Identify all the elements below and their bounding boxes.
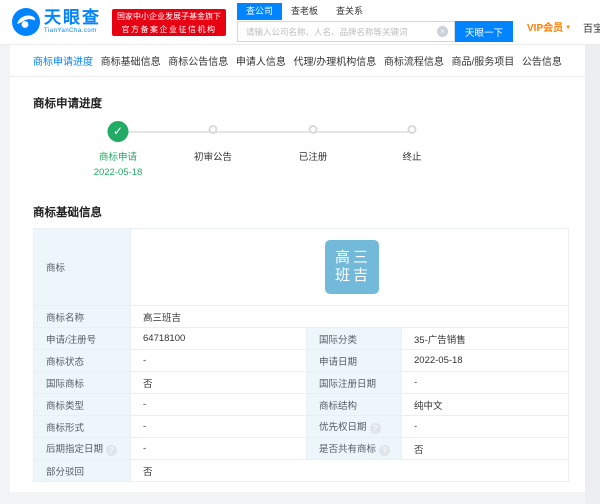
nav-tab[interactable]: 商标基础信息 bbox=[101, 53, 161, 68]
progress-step: 已注册 bbox=[258, 116, 368, 163]
gov-badge-line2: 官方备案企业征信机构 bbox=[121, 25, 217, 34]
row-value: - bbox=[401, 371, 569, 394]
step-label: 终止 bbox=[402, 152, 422, 163]
gov-certification-badge: 国家中小企业发展子基金旗下 官方备案企业征信机构 bbox=[112, 9, 226, 36]
basic-info-table: 商标 高三 班吉 商标名称 高三班吉 申请/注册号 64718100 国际分类 35-广告… bbox=[33, 228, 569, 482]
tianyancha-eye-icon bbox=[12, 8, 40, 36]
search-tabs: 查公司 查老板 查关系 bbox=[237, 3, 513, 20]
row-label: 是否共有商标? bbox=[306, 437, 402, 460]
step-check-icon: ✓ bbox=[107, 121, 129, 142]
progress-step: ✓ 商标申请 2022-05-18 bbox=[63, 116, 173, 178]
search-input[interactable] bbox=[238, 22, 432, 42]
info-icon[interactable]: ? bbox=[379, 445, 391, 456]
row-value: 否 bbox=[130, 371, 307, 394]
trademark-image[interactable]: 高三 班吉 bbox=[324, 240, 379, 294]
brand-name: 天眼查 bbox=[44, 8, 101, 27]
table-row: 部分驳回否 bbox=[33, 459, 569, 482]
step-dot-area bbox=[258, 116, 368, 149]
row-value: 35-广告销售 bbox=[401, 327, 569, 350]
step-circle-icon bbox=[407, 125, 417, 134]
row-label: 优先权日期? bbox=[306, 415, 402, 438]
step-label: 已注册 bbox=[298, 152, 328, 163]
search-button[interactable]: 天眼一下 bbox=[455, 21, 513, 42]
caret-down-icon: ▼ bbox=[565, 25, 572, 31]
progress-section-title: 商标申请进度 bbox=[33, 98, 102, 110]
table-row: 商标形式 - 优先权日期? - bbox=[33, 415, 569, 438]
gov-badge-line1: 国家中小企业发展子基金旗下 bbox=[117, 12, 221, 21]
table-row: 商标名称 高三班吉 bbox=[33, 305, 569, 328]
row-label: 申请日期 bbox=[306, 349, 402, 372]
logo[interactable]: 天眼查 TianYanCha.com bbox=[12, 8, 101, 36]
content-card: 商标申请进度 商标基础信息 商标公告信息 申请人信息 代理/办理机构信息 商标流程信息 商品… bbox=[10, 45, 585, 492]
row-label: 商标结构 bbox=[306, 393, 402, 416]
search-tab[interactable]: 查公司 bbox=[237, 3, 283, 20]
trademark-image-text-line1: 高三 bbox=[334, 249, 371, 266]
progress-step: 终止 bbox=[357, 116, 467, 163]
row-value: - bbox=[130, 393, 307, 416]
row-value: 2022-05-18 bbox=[401, 349, 569, 372]
row-value: 否 bbox=[401, 437, 569, 460]
row-value: 高三班吉 bbox=[130, 305, 569, 328]
row-label: 商标类型 bbox=[33, 393, 131, 416]
step-label: 商标申请 bbox=[98, 152, 137, 163]
search-block: 查公司查老板查关系 × 天眼一下 bbox=[237, 3, 513, 42]
progress-stepper: ✓ 商标申请 2022-05-18 初审公告 已注册 终止 bbox=[10, 116, 585, 178]
row-label: 商标形式 bbox=[33, 415, 131, 438]
table-row-trademark: 商标 高三 班吉 bbox=[33, 228, 569, 306]
step-circle-icon bbox=[208, 125, 218, 134]
vip-membership-menu[interactable]: VIP会员 ▼ bbox=[527, 19, 571, 34]
brand-domain: TianYanCha.com bbox=[44, 28, 97, 34]
row-value: 否 bbox=[130, 459, 569, 482]
nav-tab[interactable]: 公告信息 bbox=[522, 53, 562, 68]
row-label: 申请/注册号 bbox=[33, 327, 131, 350]
step-dot-area bbox=[357, 116, 467, 149]
row-value: - bbox=[130, 415, 307, 438]
scrollbar-track[interactable] bbox=[585, 45, 600, 504]
nav-tab[interactable]: 商标申请进度 bbox=[33, 53, 93, 68]
row-value: - bbox=[401, 415, 569, 438]
trademark-image-cell: 高三 班吉 bbox=[130, 228, 569, 306]
search-row: × 天眼一下 bbox=[237, 21, 513, 42]
info-icon[interactable]: ? bbox=[106, 445, 118, 456]
step-label: 初审公告 bbox=[193, 152, 232, 163]
nav-tab[interactable]: 商品/服务项目 bbox=[452, 53, 515, 68]
step-dot-area bbox=[158, 116, 268, 149]
row-label: 后期指定日期? bbox=[33, 437, 131, 460]
table-row: 商标状态 - 申请日期 2022-05-18 bbox=[33, 349, 569, 372]
info-icon[interactable]: ? bbox=[369, 423, 381, 434]
nav-tab[interactable]: 商标公告信息 bbox=[168, 53, 228, 68]
row-value: 64718100 bbox=[130, 327, 307, 350]
row-label: 部分驳回 bbox=[33, 459, 131, 482]
table-row: 后期指定日期? - 是否共有商标? 否 bbox=[33, 437, 569, 460]
nav-tab[interactable]: 代理/办理机构信息 bbox=[294, 53, 377, 68]
basic-section-title: 商标基础信息 bbox=[33, 207, 102, 219]
step-date: 2022-05-18 bbox=[93, 167, 143, 178]
search-tab[interactable]: 查关系 bbox=[327, 3, 372, 20]
table-row: 申请/注册号 64718100 国际分类 35-广告销售 bbox=[33, 327, 569, 350]
row-label: 国际分类 bbox=[306, 327, 402, 350]
table-row: 国际商标否国际注册日期 - bbox=[33, 371, 569, 394]
step-circle-icon bbox=[308, 125, 318, 134]
row-label: 商标 bbox=[33, 228, 131, 306]
step-dot-area: ✓ bbox=[63, 116, 173, 149]
detail-nav-tabs: 商标申请进度 商标基础信息 商标公告信息 申请人信息 代理/办理机构信息 商标流程信息 商品… bbox=[10, 45, 585, 77]
row-value: - bbox=[130, 349, 307, 372]
site-header: 天眼查 TianYanCha.com 国家中小企业发展子基金旗下 官方备案企业征… bbox=[0, 0, 600, 45]
nav-tab[interactable]: 商标流程信息 bbox=[384, 53, 444, 68]
row-label: 国际商标 bbox=[33, 371, 131, 394]
vip-label: VIP会员 bbox=[527, 23, 564, 34]
nav-tab[interactable]: 申请人信息 bbox=[236, 53, 286, 68]
search-input-wrap: × bbox=[237, 21, 455, 42]
row-value: - bbox=[130, 437, 307, 460]
row-label: 国际注册日期 bbox=[306, 371, 402, 394]
table-row: 商标类型 - 商标结构 纯中文 bbox=[33, 393, 569, 416]
row-label: 商标状态 bbox=[33, 349, 131, 372]
clear-icon[interactable]: × bbox=[437, 26, 448, 37]
progress-step: 初审公告 bbox=[158, 116, 268, 163]
row-value: 纯中文 bbox=[401, 393, 569, 416]
row-label: 商标名称 bbox=[33, 305, 131, 328]
toolbox-link[interactable]: 百宝 bbox=[583, 20, 600, 35]
search-tab[interactable]: 查老板 bbox=[282, 3, 327, 20]
trademark-image-text-line2: 班吉 bbox=[334, 267, 371, 284]
